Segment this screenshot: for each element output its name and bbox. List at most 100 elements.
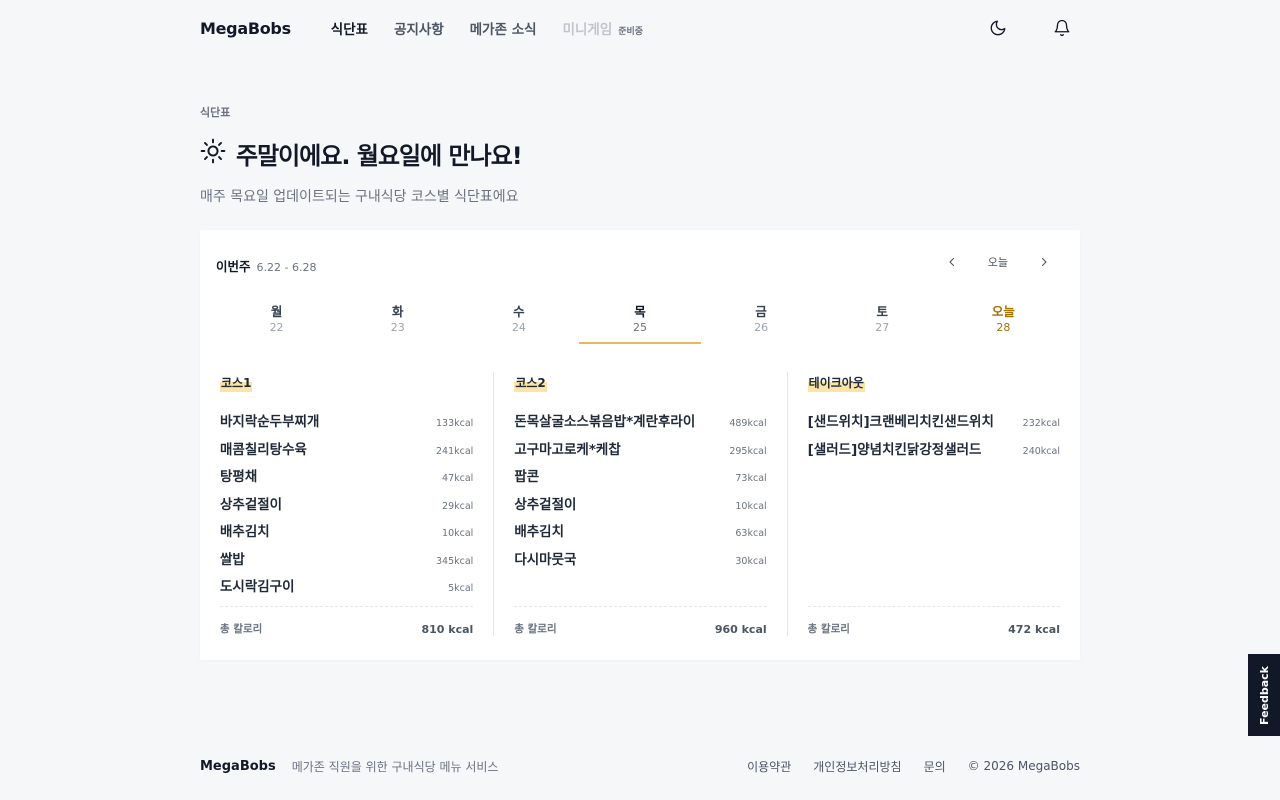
nav-item-notice[interactable]: 공지사항 [394,18,444,38]
bell-icon[interactable] [1052,18,1072,38]
day-name: 월 [270,304,283,319]
day-number: 24 [511,321,526,334]
menu-list: [샌드위치]크랜베리치킨샌드위치 232kcal [샐러드]양념치킨닭강정샐러드 2… [808,410,1060,465]
day-tab-today[interactable]: 오늘 28 [943,304,1064,344]
menu-name: [샌드위치]크랜베리치킨샌드위치 [807,414,994,430]
terms-link[interactable]: 이용약관 [747,758,791,775]
feedback-label: Feedback [1257,665,1271,725]
day-name: 금 [755,304,767,319]
menu-name: 탕평채 [220,469,258,485]
course-column-takeout: 테이크아웃 [샌드위치]크랜베리치킨샌드위치 232kcal [샐러드]양념치킨닭… [786,372,1080,636]
list-item: 쌀밥 345kcal [220,548,473,576]
nav-item-news[interactable]: 메가존 소식 [470,18,537,38]
list-item: 도시락김구이 5kcal [220,575,473,603]
menu-name: 상추겉절이 [220,496,283,513]
footer-logo[interactable]: MegaBobs [200,759,276,774]
menu-kcal: 29kcal [442,500,474,512]
page-title-text: 주말이에요. 월요일에 만나요! [236,142,523,170]
day-number: 22 [269,321,284,334]
footer-links: 이용약관 개인정보처리방침 문의 © 2026 MegaBobs [747,758,1080,775]
course-column-1: 코스1 바지락순두부찌개 133kcal 매콤칠리탕수육 241kcal 탕평채 47… [200,372,493,636]
day-number: 27 [875,321,890,334]
list-item: 다시마뭇국 30kcal [514,548,766,576]
day-tab-sat[interactable]: 토 27 [822,304,943,344]
menu-kcal: 5kcal [448,583,474,594]
day-number: 25 [632,321,647,334]
day-name: 토 [876,304,889,319]
chevron-left-icon[interactable] [944,254,960,270]
menu-kcal: 232kcal [1022,418,1060,429]
moon-icon[interactable] [988,18,1008,38]
total-label: 총 칼로리 [220,623,263,635]
privacy-link[interactable]: 개인정보처리방침 [813,758,901,775]
copyright: © 2026 MegaBobs [967,759,1080,773]
list-item: 바지락순두부찌개 133kcal [220,410,473,438]
day-name: 화 [391,304,404,319]
day-tab-fri[interactable]: 금 26 [701,304,822,344]
menu-kcal: 240kcal [1022,445,1060,457]
menu-name: 고구마고로케*케찹 [514,441,621,458]
course-title: 코스2 [514,374,547,392]
course-columns: 코스1 바지락순두부찌개 133kcal 매콤칠리탕수육 241kcal 탕평채 47… [200,372,1080,636]
day-number: 28 [996,321,1011,334]
menu-kcal: 47kcal [442,473,474,484]
page-title: 주말이에요. 월요일에 만나요! [200,136,523,171]
menu-kcal: 73kcal [735,473,767,484]
course-total: 총 칼로리 960 kcal [514,606,767,636]
today-button[interactable]: 오늘 [988,254,1008,270]
list-item: 고구마고로케*케찹 295kcal [514,438,766,466]
menu-list: 돈목살굴소스볶음밥*계란후라이 489kcal 고구마고로케*케찹 295kcal … [514,410,766,575]
list-item: 상추겉절이 29kcal [220,493,473,521]
list-item: [샌드위치]크랜베리치킨샌드위치 232kcal [808,410,1060,438]
day-tab-mon[interactable]: 월 22 [216,304,337,344]
feedback-button[interactable]: Feedback [1248,654,1280,736]
menu-kcal: 133kcal [436,418,474,429]
menu-name: 매콤칠리탕수육 [220,441,307,458]
course-total: 총 칼로리 472 kcal [807,606,1060,636]
chevron-right-icon[interactable] [1036,254,1052,270]
menu-kcal: 345kcal [436,555,474,567]
coming-soon-badge: 준비중 [618,27,644,37]
header-actions [988,18,1080,38]
menu-kcal: 295kcal [729,445,767,457]
list-item: 배추김치 63kcal [514,520,766,548]
day-name: 목 [634,304,646,319]
list-item: 팝콘 73kcal [514,465,766,493]
course-title: 코스1 [220,374,253,392]
list-item: 상추겉절이 10kcal [514,493,766,521]
day-name: 오늘 [991,304,1015,319]
day-number: 23 [390,321,405,334]
nav-item-menu[interactable]: 식단표 [331,18,368,38]
list-item: 탕평채 47kcal [220,465,473,493]
menu-kcal: 10kcal [735,500,767,512]
logo[interactable]: MegaBobs [200,19,291,38]
page-subtitle: 매주 목요일 업데이트되는 구내식당 코스별 식단표에요 [200,189,519,205]
menu-name: 배추김치 [220,524,270,540]
day-name: 수 [513,304,525,319]
menu-name: [샐러드]양념치킨닭강정샐러드 [807,441,982,458]
menu-kcal: 30kcal [735,555,767,567]
total-value: 810 kcal [421,623,474,636]
section-label: 식단표 [200,106,231,119]
day-tab-thu[interactable]: 목 25 [579,304,701,344]
menu-name: 상추겉절이 [514,496,577,513]
menu-name: 다시마뭇국 [514,551,577,568]
footer: MegaBobs 메가존 직원을 위한 구내식당 메뉴 서비스 이용약관 개인정… [200,756,1080,776]
menu-kcal: 10kcal [442,528,474,539]
total-value: 472 kcal [1008,623,1060,636]
menu-name: 쌀밥 [220,551,245,568]
footer-description: 메가존 직원을 위한 구내식당 메뉴 서비스 [291,759,499,774]
contact-link[interactable]: 문의 [924,758,946,775]
day-tab-wed[interactable]: 수 24 [458,304,579,344]
menu-kcal: 241kcal [436,445,474,457]
course-title: 테이크아웃 [807,374,865,392]
list-item: [샐러드]양념치킨닭강정샐러드 240kcal [808,438,1060,466]
day-tab-tue[interactable]: 화 23 [337,304,458,344]
menu-list: 바지락순두부찌개 133kcal 매콤칠리탕수육 241kcal 탕평채 47kcal… [220,410,473,603]
menu-name: 바지락순두부찌개 [220,414,320,430]
menu-name: 팝콘 [514,469,540,485]
total-value: 960 kcal [714,623,767,636]
nav-item-minigame-label: 미니게임 [562,22,613,38]
list-item: 배추김치 10kcal [220,520,473,548]
menu-name: 도시락김구이 [220,579,295,595]
